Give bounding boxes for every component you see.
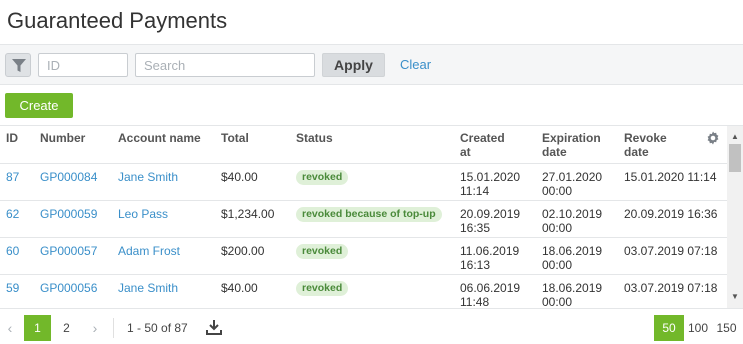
row-account-link[interactable]: Adam Frost (118, 244, 180, 258)
row-expiration-date: 27.01.2020 (542, 170, 603, 184)
row-total: $1,234.00 (221, 207, 275, 221)
row-expiration: 27.01.2020 00:00 (542, 170, 602, 198)
row-account-link[interactable]: Leo Pass (118, 207, 168, 221)
scroll-down-icon[interactable]: ▼ (731, 292, 739, 301)
row-created: 15.01.2020 11:14 (460, 170, 520, 198)
status-badge: revoked (296, 244, 349, 259)
row-created-date: 20.09.2019 (460, 207, 521, 221)
row-expiration-time: 00:00 (542, 295, 573, 308)
column-header-expiration-line1: Expiration (542, 131, 601, 145)
row-number-link[interactable]: GP000084 (40, 170, 97, 184)
search-input[interactable] (135, 53, 315, 77)
column-header-status[interactable]: Status (296, 131, 333, 145)
page-button-1[interactable]: 1 (24, 315, 51, 341)
row-total: $200.00 (221, 244, 265, 258)
row-total: $40.00 (221, 281, 258, 295)
row-expiration-time: 00:00 (542, 221, 573, 235)
row-created-date: 15.01.2020 (460, 170, 521, 184)
row-account-link[interactable]: Jane Smith (118, 170, 178, 184)
row-id-link[interactable]: 87 (6, 170, 19, 184)
table-row[interactable]: 62 GP000059 Leo Pass $1,234.00 revoked b… (0, 200, 727, 237)
row-number-link[interactable]: GP000059 (40, 207, 97, 221)
row-expiration-date: 18.06.2019 (542, 244, 603, 258)
column-header-revoke[interactable]: Revoke date (624, 131, 667, 159)
row-created: 06.06.2019 11:48 (460, 281, 520, 308)
row-created-date: 06.06.2019 (460, 281, 521, 295)
scrollbar-thumb[interactable] (729, 144, 741, 172)
row-expiration: 02.10.2019 00:00 (542, 207, 602, 235)
row-expiration-time: 00:00 (542, 184, 573, 198)
row-id-link[interactable]: 62 (6, 207, 19, 221)
clear-link[interactable]: Clear (400, 57, 431, 72)
vertical-scrollbar[interactable]: ▲ ▼ (727, 126, 743, 308)
row-revoke: 03.07.2019 07:18 (624, 281, 718, 295)
row-created-time: 16:35 (460, 221, 491, 235)
row-number-link[interactable]: GP000056 (40, 281, 97, 295)
row-account-link[interactable]: Jane Smith (118, 281, 178, 295)
payments-table: ID Number Account name Total Status Crea… (0, 125, 743, 308)
table-row[interactable]: 87 GP000084 Jane Smith $40.00 revoked 15… (0, 163, 727, 200)
page-range-text: 1 - 50 of 87 (127, 321, 188, 335)
row-expiration-date: 18.06.2019 (542, 281, 603, 295)
row-total: $40.00 (221, 170, 258, 184)
pagination: ‹ 1 2 › 1 - 50 of 87 50 100 150 (0, 308, 743, 344)
column-header-created-line2: at (460, 145, 471, 159)
status-badge: revoked because of top-up (296, 207, 442, 222)
column-header-total[interactable]: Total (221, 131, 249, 145)
column-header-created[interactable]: Created at (460, 131, 505, 159)
column-header-revoke-line2: date (624, 145, 649, 159)
column-header-account[interactable]: Account name (118, 131, 201, 145)
filter-toggle-button[interactable] (5, 53, 31, 77)
row-revoke: 20.09.2019 16:36 (624, 207, 718, 221)
table-row[interactable]: 60 GP000057 Adam Frost $200.00 revoked 1… (0, 237, 727, 274)
status-badge: revoked (296, 170, 349, 185)
row-expiration-date: 02.10.2019 (542, 207, 603, 221)
page-size-50[interactable]: 50 (654, 315, 684, 341)
filter-icon (12, 59, 26, 72)
create-button[interactable]: Create (5, 93, 73, 118)
pager-divider (113, 318, 114, 338)
row-created-time: 16:13 (460, 258, 491, 272)
row-created-time: 11:14 (460, 184, 490, 198)
gear-icon[interactable] (706, 131, 720, 145)
row-id-link[interactable]: 60 (6, 244, 19, 258)
filter-bar: Apply Clear (0, 44, 743, 85)
row-expiration: 18.06.2019 00:00 (542, 281, 602, 308)
download-icon[interactable] (206, 319, 222, 335)
table-row[interactable]: 59 GP000056 Jane Smith $40.00 revoked 06… (0, 274, 727, 308)
scroll-up-icon[interactable]: ▲ (731, 132, 739, 141)
row-created: 11.06.2019 16:13 (460, 244, 519, 272)
column-header-created-line1: Created (460, 131, 505, 145)
column-header-id[interactable]: ID (6, 131, 18, 145)
prev-page-button[interactable]: ‹ (0, 315, 20, 341)
page-size-150[interactable]: 150 (713, 315, 740, 341)
row-created-date: 11.06.2019 (460, 244, 520, 258)
row-number-link[interactable]: GP000057 (40, 244, 97, 258)
row-expiration-time: 00:00 (542, 258, 573, 272)
column-header-revoke-line1: Revoke (624, 131, 667, 145)
column-header-number[interactable]: Number (40, 131, 85, 145)
row-revoke: 15.01.2020 11:14 (624, 170, 717, 184)
apply-button[interactable]: Apply (322, 53, 385, 77)
id-filter-input[interactable] (38, 53, 128, 77)
row-id-link[interactable]: 59 (6, 281, 19, 295)
status-badge: revoked (296, 281, 349, 296)
row-expiration: 18.06.2019 00:00 (542, 244, 602, 272)
page-title: Guaranteed Payments (7, 8, 228, 33)
column-header-expiration[interactable]: Expiration date (542, 131, 601, 159)
row-created-time: 11:48 (460, 295, 490, 308)
next-page-button[interactable]: › (84, 315, 106, 341)
row-created: 20.09.2019 16:35 (460, 207, 520, 235)
page-button-2[interactable]: 2 (53, 315, 80, 341)
row-revoke: 03.07.2019 07:18 (624, 244, 718, 258)
column-header-expiration-line2: date (542, 145, 567, 159)
page-size-100[interactable]: 100 (685, 315, 711, 341)
